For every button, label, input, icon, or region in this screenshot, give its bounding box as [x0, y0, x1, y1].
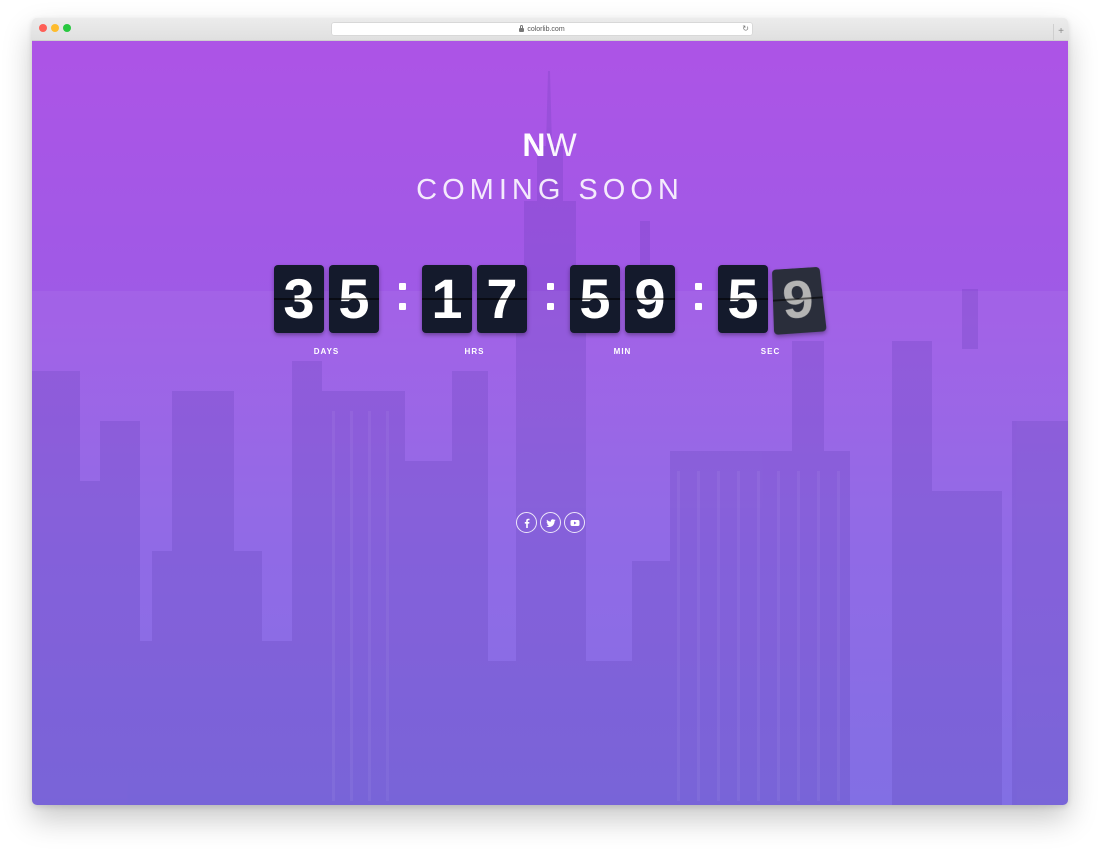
colon-separator	[397, 279, 407, 315]
brand-logo-light: W	[546, 127, 578, 163]
countdown-label-seconds: SEC	[760, 347, 781, 356]
flip-digit: 5	[718, 265, 768, 333]
countdown-label-hours: HRS	[464, 347, 485, 356]
brand-logo: NW	[32, 127, 1068, 164]
browser-window: colorlib.com ↻ + NW COMING SOON 3 5 DAYS…	[32, 18, 1068, 805]
reload-icon[interactable]: ↻	[742, 24, 749, 34]
new-tab-button[interactable]: +	[1053, 24, 1068, 40]
countdown-days: 3 5 DAYS	[274, 265, 382, 365]
countdown-label-minutes: MIN	[613, 347, 632, 356]
countdown-timer: 3 5 DAYS 1 7 HRS 5 9 MIN 5 9 SEC	[274, 265, 834, 365]
close-window-button[interactable]	[39, 24, 47, 32]
flip-digit: 1	[422, 265, 472, 333]
page-title: COMING SOON	[416, 174, 684, 206]
colon-separator	[693, 279, 703, 315]
brand-logo-bold: N	[522, 127, 547, 163]
flip-digit: 5	[329, 265, 379, 333]
address-bar[interactable]: colorlib.com ↻	[331, 22, 753, 36]
minimize-window-button[interactable]	[51, 24, 59, 32]
facebook-icon[interactable]	[516, 512, 537, 533]
page-viewport: NW COMING SOON 3 5 DAYS 1 7 HRS 5 9 MIN	[32, 41, 1068, 805]
countdown-seconds: 5 9 SEC	[718, 265, 827, 365]
address-url: colorlib.com	[527, 25, 565, 33]
flip-digit: 5	[570, 265, 620, 333]
flip-digit: 3	[274, 265, 324, 333]
countdown-minutes: 5 9 MIN	[570, 265, 678, 365]
flip-digit: 7	[477, 265, 527, 333]
youtube-icon[interactable]	[564, 512, 585, 533]
twitter-icon[interactable]	[540, 512, 561, 533]
countdown-label-days: DAYS	[313, 347, 340, 356]
flip-digit-animating: 9	[771, 266, 827, 335]
lock-icon	[519, 25, 525, 32]
countdown-hours: 1 7 HRS	[422, 265, 530, 365]
browser-titlebar: colorlib.com ↻ +	[32, 18, 1068, 41]
colon-separator	[545, 279, 555, 315]
flip-digit: 9	[625, 265, 675, 333]
social-links	[516, 512, 585, 534]
maximize-window-button[interactable]	[63, 24, 71, 32]
